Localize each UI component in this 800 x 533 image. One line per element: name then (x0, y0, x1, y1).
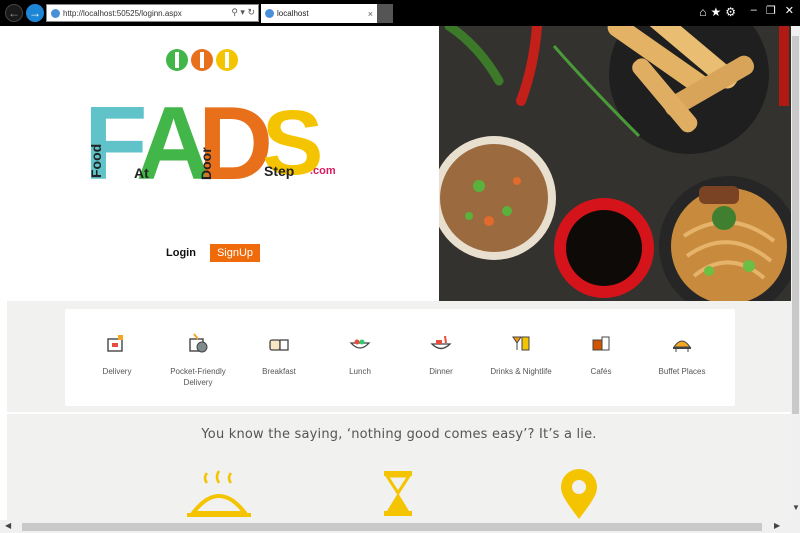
dinner-icon (430, 335, 452, 350)
category-label: Breakfast (262, 367, 296, 376)
category-pocket-friendly[interactable]: Pocket-Friendly Delivery (163, 309, 233, 388)
category-label: Lunch (349, 367, 371, 376)
signup-button[interactable]: SignUp (209, 244, 261, 262)
fads-logo: F A D S Food At Door Step .com (84, 49, 336, 186)
category-label: Pocket-Friendly Delivery (170, 367, 226, 387)
category-delivery[interactable]: Delivery (82, 309, 152, 377)
logo-word-step: Step (264, 163, 294, 179)
category-label: Dinner (429, 367, 453, 376)
category-label: Drinks & Nightlife (490, 367, 552, 376)
tab-close-icon[interactable]: × (368, 9, 373, 19)
vertical-scroll-thumb[interactable] (792, 36, 799, 414)
category-card: Delivery Pocket-Friendly Delivery Breakf… (65, 309, 735, 406)
delivery-icon (107, 335, 123, 352)
pocket-friendly-icon (189, 333, 208, 353)
category-lunch[interactable]: Lunch (325, 309, 395, 377)
minimize-icon[interactable]: – (751, 4, 757, 17)
restore-icon[interactable]: ❐ (766, 4, 776, 17)
category-label: Cafés (590, 367, 612, 376)
category-buffet[interactable]: Buffet Places (647, 309, 717, 377)
vertical-scrollbar[interactable]: ▼ (791, 26, 800, 520)
lower-section: You know the saying, ‘nothing good comes… (7, 414, 791, 520)
forward-button[interactable]: → (26, 4, 44, 22)
login-link[interactable]: Login (166, 247, 196, 259)
category-breakfast[interactable]: Breakfast (244, 309, 314, 377)
tab-favicon-icon (265, 9, 274, 18)
home-icon[interactable]: ⌂ (699, 5, 706, 19)
logo-word-door: Door (198, 147, 214, 180)
favorites-star-icon[interactable]: ★ (710, 5, 721, 19)
close-window-icon[interactable]: ✕ (785, 4, 794, 17)
category-label: Delivery (102, 367, 132, 376)
buffet-icon (673, 340, 691, 352)
search-refresh-icon[interactable]: ⚲ ▾ ↻ (231, 7, 255, 18)
serving-cloche-icon (187, 470, 251, 517)
category-cafes[interactable]: Cafés (566, 309, 636, 377)
forward-arrow-icon: → (29, 6, 41, 20)
lunch-icon (349, 339, 371, 349)
category-drinks-nightlife[interactable]: Drinks & Nightlife (486, 309, 556, 377)
browser-tab[interactable]: localhost × (261, 4, 377, 23)
tagline: You know the saying, ‘nothing good comes… (201, 427, 597, 442)
tab-title: localhost (277, 9, 309, 18)
new-tab-button[interactable] (377, 4, 393, 23)
browser-toolbar: ← → http://localhost:50525/loginn.aspx ⚲… (0, 0, 800, 26)
ie-page-icon (51, 8, 60, 18)
category-label: Buffet Places (658, 367, 706, 376)
location-pin-icon (561, 469, 597, 519)
horizontal-scroll-thumb[interactable] (22, 523, 762, 531)
food-hero-image (439, 26, 791, 301)
drinks-icon (512, 336, 530, 351)
horizontal-scrollbar[interactable]: ◀ ▶ (0, 520, 800, 533)
back-arrow-icon: ← (8, 6, 20, 20)
scroll-right-arrow-icon[interactable]: ▶ (774, 521, 780, 530)
logo-word-at: At (134, 165, 149, 181)
category-dinner[interactable]: Dinner (406, 309, 476, 377)
cafes-icon (592, 336, 610, 351)
breakfast-icon (269, 339, 289, 351)
address-url: http://localhost:50525/loginn.aspx (63, 8, 182, 18)
scroll-down-arrow-icon[interactable]: ▼ (792, 503, 800, 512)
settings-gear-icon[interactable]: ⚙ (725, 5, 736, 19)
logo-word-food: Food (88, 144, 104, 178)
scroll-left-arrow-icon[interactable]: ◀ (5, 521, 11, 530)
back-button[interactable]: ← (5, 4, 23, 22)
web-page: F A D S Food At Door Step .com Login Sig… (0, 26, 791, 520)
hourglass-icon (384, 471, 412, 516)
logo-suffix: .com (310, 165, 336, 177)
address-bar[interactable]: http://localhost:50525/loginn.aspx ⚲ ▾ ↻ (46, 4, 259, 22)
